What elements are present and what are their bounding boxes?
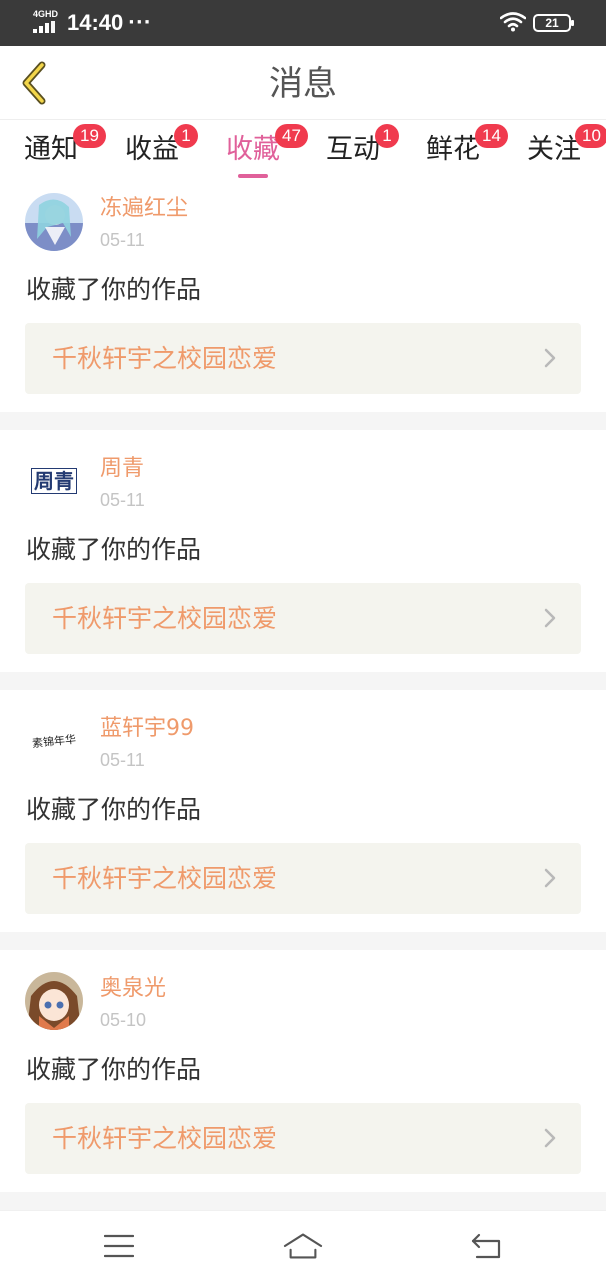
tab-interactions[interactable]: 互动 1 — [326, 124, 399, 180]
avatar[interactable] — [25, 193, 83, 251]
card-divider — [0, 932, 606, 950]
username[interactable]: 蓝轩宇99 — [100, 714, 194, 744]
avatar[interactable]: 素锦年华 — [25, 712, 83, 770]
battery-level: 21 — [545, 16, 559, 30]
avatar[interactable] — [25, 972, 83, 1030]
status-bar: 4GHD 14:40 ··· 21 — [0, 0, 606, 46]
card-divider — [0, 412, 606, 430]
work-title: 千秋轩宇之校园恋爱 — [52, 344, 278, 373]
network-type: 4GHD — [33, 9, 59, 19]
chevron-right-icon — [544, 868, 556, 888]
tab-bar: 通知 19 收益 1 收藏 47 互动 1 鲜花 14 关注 10 — [0, 120, 606, 184]
work-title: 千秋轩宇之校园恋爱 — [52, 1124, 278, 1153]
battery-icon: 21 — [533, 14, 574, 32]
tab-earnings[interactable]: 收益 1 — [125, 124, 198, 180]
work-title: 千秋轩宇之校园恋爱 — [52, 604, 278, 633]
unread-badge: 1 — [174, 124, 198, 148]
return-button[interactable] — [467, 1229, 507, 1263]
menu-button[interactable] — [99, 1229, 139, 1263]
username[interactable]: 冻遍红尘 — [100, 194, 188, 224]
unread-badge: 10 — [575, 124, 606, 148]
message-action: 收藏了你的作品 — [26, 1055, 202, 1084]
tab-label: 收藏 — [226, 134, 280, 165]
active-tab-indicator — [238, 174, 268, 178]
menu-icon — [104, 1234, 134, 1258]
unread-badge: 14 — [475, 124, 508, 148]
signal-icon: 4GHD — [33, 9, 61, 35]
message-date: 05-11 — [100, 750, 145, 770]
message-date: 05-10 — [100, 1010, 147, 1030]
tab-label: 关注 — [527, 134, 581, 165]
work-link[interactable]: 千秋轩宇之校园恋爱 — [25, 323, 581, 394]
tab-label: 收益 — [125, 134, 179, 165]
chevron-right-icon — [544, 608, 556, 628]
return-icon — [471, 1233, 501, 1259]
message-date: 05-11 — [100, 230, 145, 250]
message-action: 收藏了你的作品 — [26, 535, 202, 564]
home-button[interactable] — [283, 1229, 323, 1263]
work-title: 千秋轩宇之校园恋爱 — [52, 864, 278, 893]
message-card: 周青 周青 05-11 收藏了你的作品 千秋轩宇之校园恋爱 — [0, 430, 606, 672]
home-icon — [283, 1233, 323, 1259]
chevron-right-icon — [544, 348, 556, 368]
tab-notifications[interactable]: 通知 19 — [24, 124, 106, 180]
work-link[interactable]: 千秋轩宇之校园恋爱 — [25, 1103, 581, 1174]
work-link[interactable]: 千秋轩宇之校园恋爱 — [25, 843, 581, 914]
message-action: 收藏了你的作品 — [26, 275, 202, 304]
unread-badge: 19 — [73, 124, 106, 148]
message-card: 素锦年华 蓝轩宇99 05-11 收藏了你的作品 千秋轩宇之校园恋爱 — [0, 690, 606, 932]
message-card: 冻遍红尘 05-11 收藏了你的作品 千秋轩宇之校园恋爱 — [0, 184, 606, 412]
message-action: 收藏了你的作品 — [26, 795, 202, 824]
tab-label: 互动 — [326, 134, 380, 165]
username[interactable]: 周青 — [100, 454, 144, 484]
tab-follows[interactable]: 关注 10 — [527, 124, 606, 180]
app-header: 消息 — [0, 46, 606, 120]
clock: 14:40 — [67, 10, 124, 35]
unread-badge: 1 — [375, 124, 399, 148]
work-link[interactable]: 千秋轩宇之校园恋爱 — [25, 583, 581, 654]
avatar-text: 素锦年华 — [31, 732, 77, 751]
card-divider — [0, 672, 606, 690]
tab-label: 通知 — [24, 134, 78, 165]
message-list[interactable]: 冻遍红尘 05-11 收藏了你的作品 千秋轩宇之校园恋爱 周青 周青 05-11… — [0, 184, 606, 1210]
wifi-icon — [499, 12, 527, 36]
card-divider — [0, 1192, 606, 1210]
chevron-right-icon — [544, 1128, 556, 1148]
avatar[interactable]: 周青 — [25, 452, 83, 510]
tab-favorites[interactable]: 收藏 47 — [226, 124, 308, 180]
system-nav-bar — [0, 1210, 606, 1280]
message-card: 奥泉光 05-10 收藏了你的作品 千秋轩宇之校园恋爱 — [0, 950, 606, 1192]
page-title: 消息 — [269, 64, 337, 104]
tab-label: 鲜花 — [426, 134, 480, 165]
tab-flowers[interactable]: 鲜花 14 — [426, 124, 508, 180]
avatar-text: 周青 — [31, 468, 77, 494]
unread-badge: 47 — [275, 124, 308, 148]
message-date: 05-11 — [100, 490, 145, 510]
notification-dots: ··· — [128, 12, 152, 33]
username[interactable]: 奥泉光 — [100, 974, 166, 1004]
